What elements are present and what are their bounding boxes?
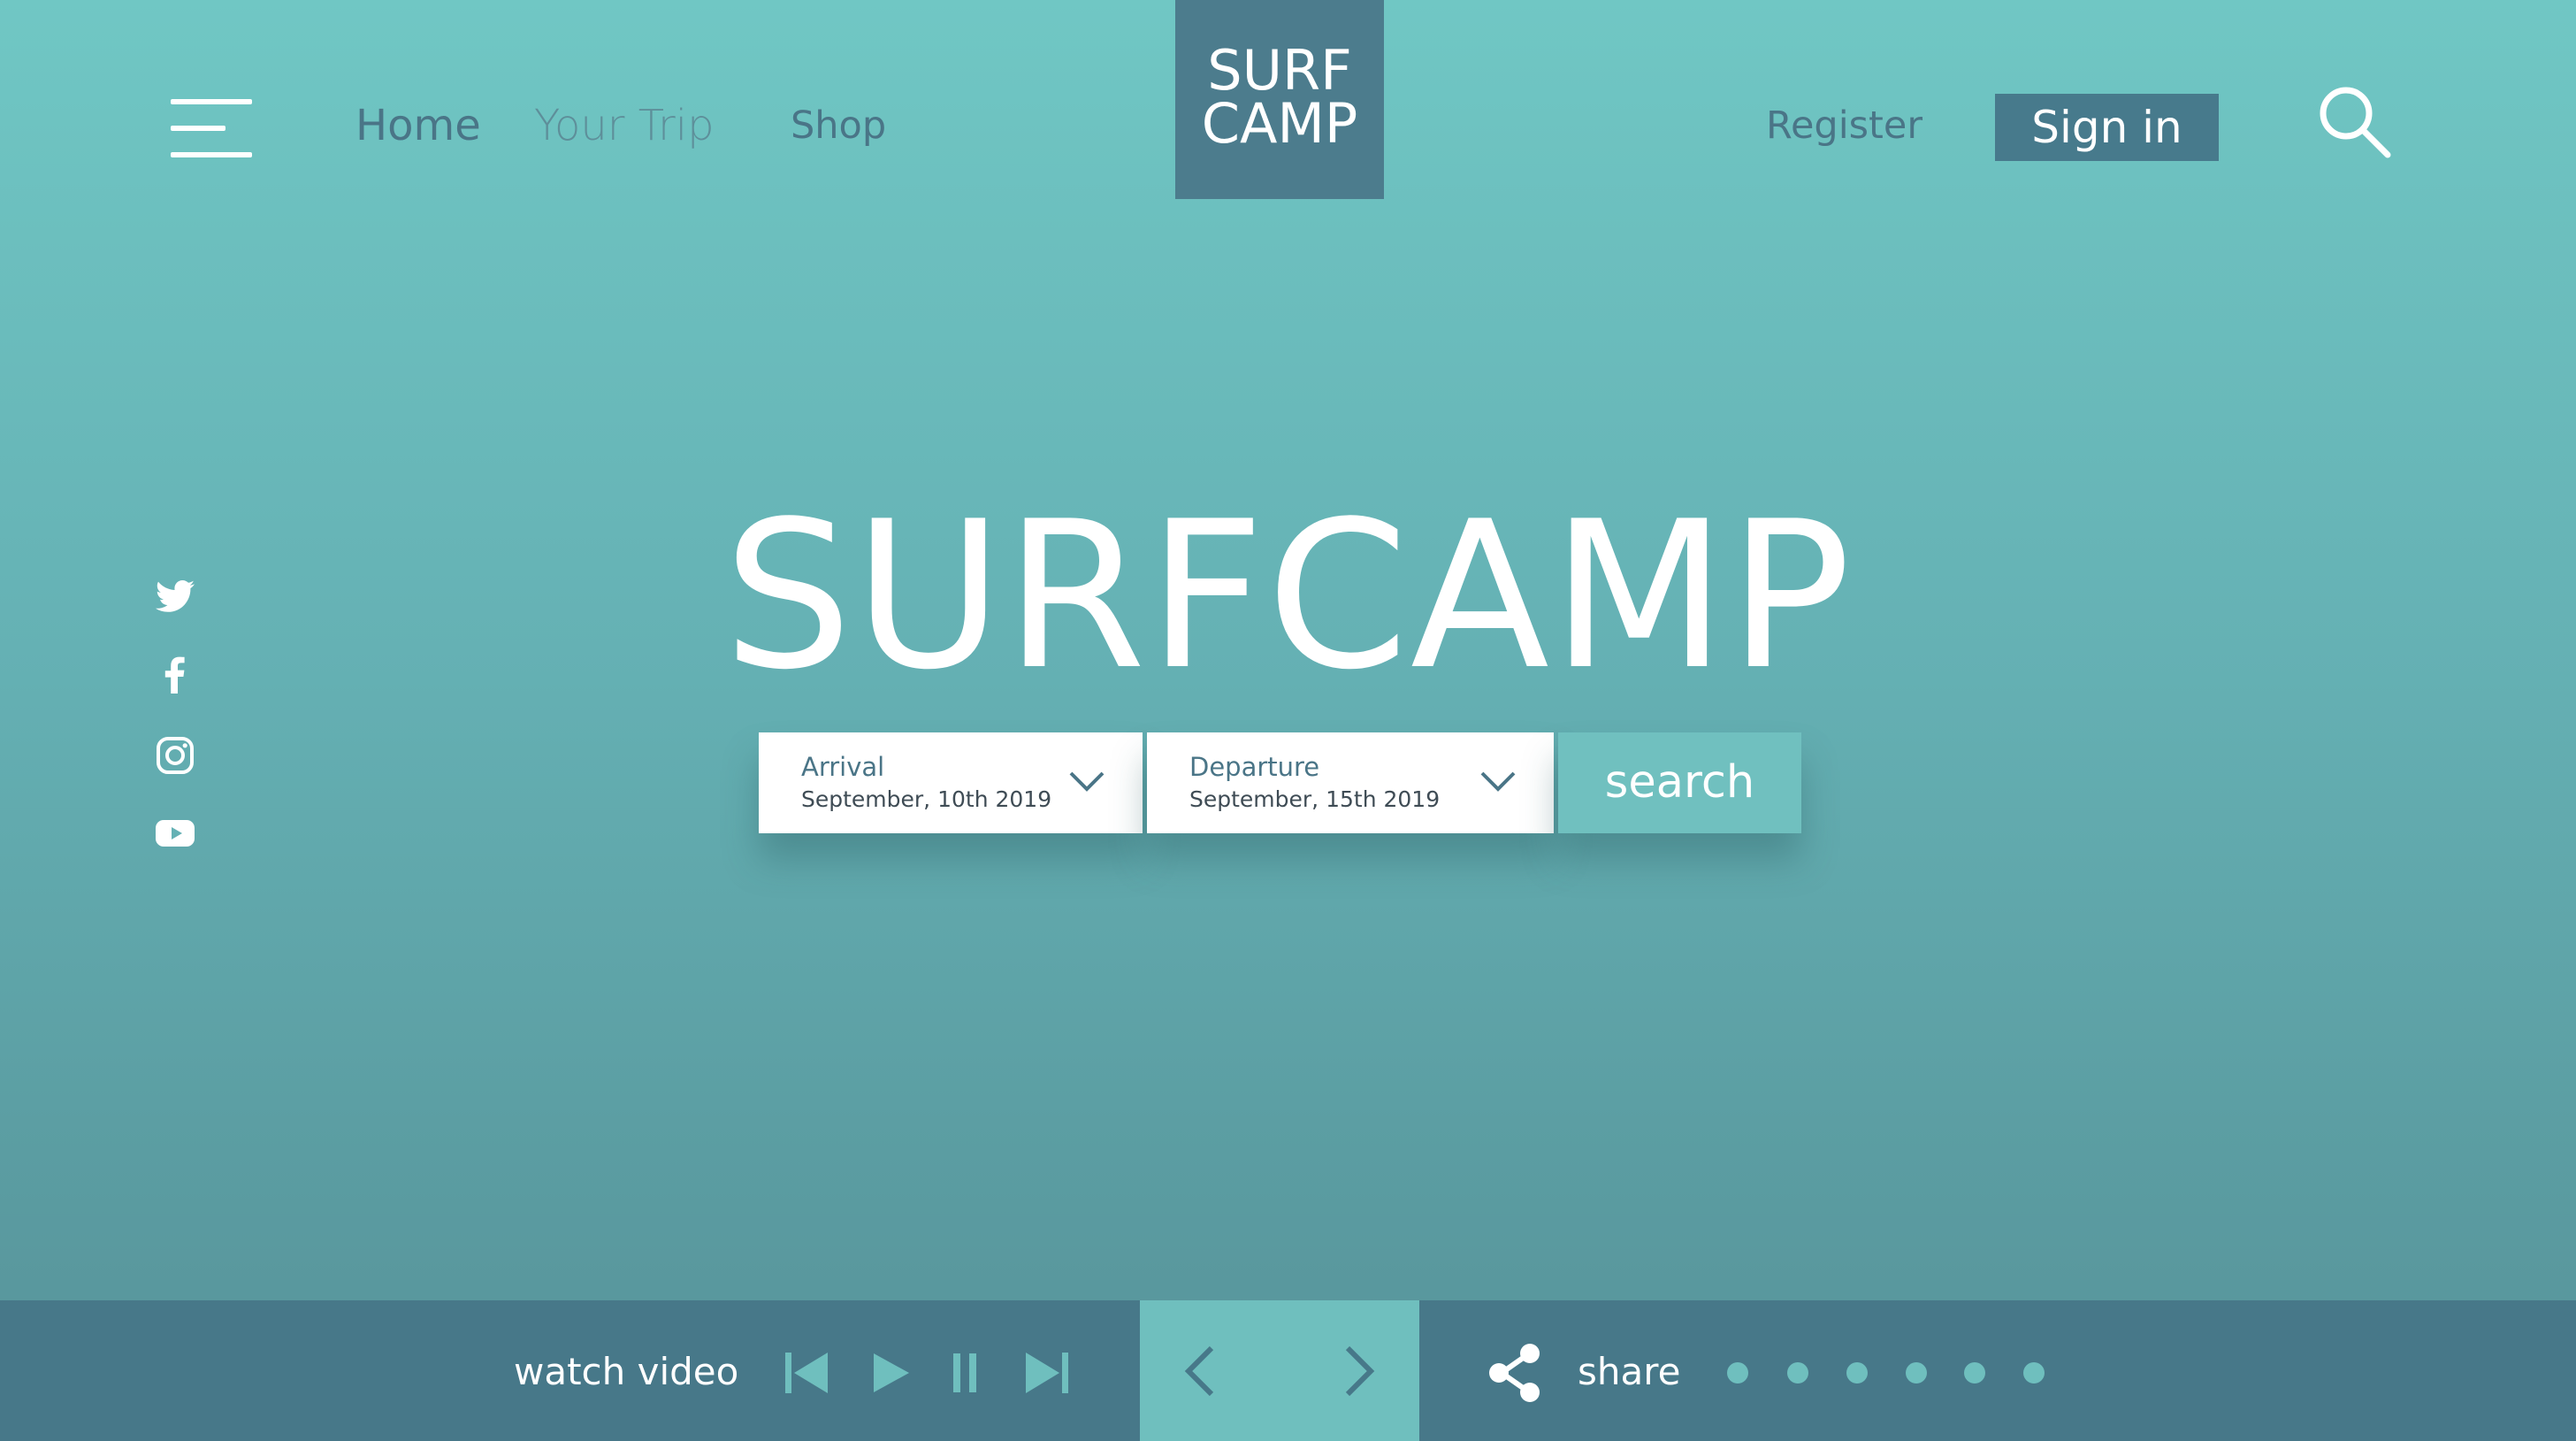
pagination-dot-5[interactable] (1964, 1362, 1985, 1384)
logo-line-2: CAMP (1201, 91, 1358, 156)
pagination-dot-2[interactable] (1787, 1362, 1808, 1384)
chevron-down-icon (1069, 771, 1105, 792)
instagram-icon[interactable] (154, 734, 196, 777)
search-icon[interactable] (2317, 84, 2391, 158)
hero-title: SURFCAMP (722, 479, 1854, 715)
skip-forward-icon[interactable] (1022, 1349, 1072, 1397)
search-button[interactable]: search (1558, 732, 1801, 833)
nav-shop[interactable]: Shop (791, 99, 886, 152)
pagination-dot-1[interactable] (1727, 1362, 1748, 1384)
register-link[interactable]: Register (1766, 99, 1922, 152)
youtube-icon[interactable] (154, 812, 196, 855)
watch-video-label[interactable]: watch video (514, 1348, 738, 1396)
arrival-value: September, 10th 2019 (801, 786, 1052, 812)
departure-value: September, 15th 2019 (1189, 786, 1441, 812)
hamburger-menu-icon[interactable] (171, 99, 252, 157)
nav-home[interactable]: Home (355, 99, 481, 152)
chevron-right-icon[interactable] (1341, 1344, 1380, 1399)
pagination-dot-3[interactable] (1846, 1362, 1868, 1384)
skip-back-icon[interactable] (782, 1349, 831, 1397)
departure-label: Departure (1189, 752, 1320, 782)
logo-line-1: SURF (1207, 38, 1352, 103)
pagination-dot-6[interactable] (2023, 1362, 2045, 1384)
chevron-down-icon (1480, 771, 1516, 792)
chevron-left-icon[interactable] (1180, 1344, 1219, 1399)
departure-date-select[interactable]: Departure September, 15th 2019 (1147, 732, 1554, 833)
arrival-date-select[interactable]: Arrival September, 10th 2019 (759, 732, 1143, 833)
share-label[interactable]: share (1578, 1348, 1680, 1396)
page: Home Your Trip Shop SURF CAMP Register S… (0, 0, 2576, 1441)
logo[interactable]: SURF CAMP (1175, 0, 1384, 199)
play-icon[interactable] (867, 1349, 916, 1397)
pause-icon[interactable] (943, 1349, 992, 1397)
pagination-dot-4[interactable] (1906, 1362, 1927, 1384)
nav-your-trip[interactable]: Your Trip (534, 99, 715, 152)
share-icon[interactable] (1486, 1342, 1546, 1404)
arrival-label: Arrival (801, 752, 885, 782)
sign-in-button[interactable]: Sign in (1995, 94, 2219, 161)
